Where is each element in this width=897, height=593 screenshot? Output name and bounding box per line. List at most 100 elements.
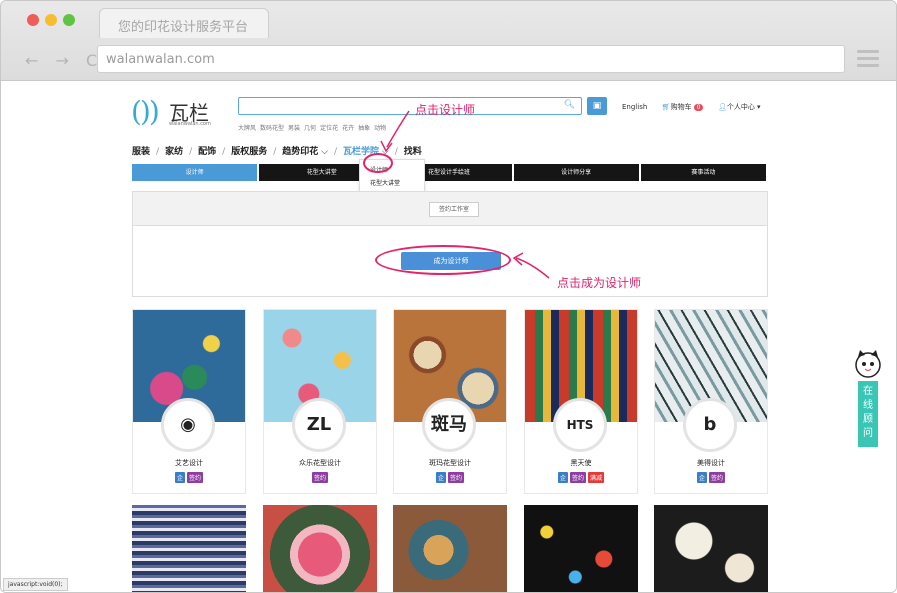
address-bar[interactable]: walanwalan.com — [97, 45, 845, 73]
pattern-thumbnail[interactable] — [393, 505, 507, 592]
hot-tag[interactable]: 数码花型 — [260, 125, 284, 132]
nav-item[interactable]: 配饰 — [198, 144, 216, 157]
pattern-thumbnail[interactable] — [263, 505, 377, 592]
pattern-thumbnail[interactable] — [524, 505, 638, 592]
nav-separator: / — [189, 147, 193, 157]
browser-window: 您的印花设计服务平台 ← → C walanwalan.com ()) 瓦栏 w… — [0, 0, 897, 593]
designer-badge: 企 — [435, 472, 446, 483]
online-consultant-button[interactable]: 在线顾问 — [858, 381, 878, 447]
nav-separator: / — [222, 147, 226, 157]
hot-tags: 大牌风 数码花型 男装 几何 定位花 花卉 抽象 动物 — [238, 123, 390, 132]
sub-tab[interactable]: 设计师 — [132, 164, 258, 181]
nav-arrows-icon[interactable]: ← → C — [25, 51, 103, 70]
logo-subtext: walanwalan.com — [169, 121, 211, 127]
user-center-link[interactable]: 个人中心 — [727, 103, 755, 111]
cart-count-badge: 0 — [693, 104, 704, 111]
nav-separator: / — [273, 147, 277, 157]
nav-item[interactable]: 服装 — [132, 144, 150, 157]
nav-item[interactable]: 找料 — [404, 144, 422, 157]
designer-name[interactable]: 黑天使 — [525, 458, 637, 468]
designer-badge: 签约 — [709, 472, 726, 483]
browser-chrome: 您的印花设计服务平台 ← → C walanwalan.com — [1, 1, 896, 81]
designer-card[interactable]: 斑马 斑玛花型设计企签约 — [393, 309, 507, 494]
designer-card[interactable]: b 美得设计企签约 — [654, 309, 768, 494]
user-icon[interactable]: 👤︎ — [718, 103, 727, 111]
designer-card[interactable]: ◉ 艾艺设计企签约 — [132, 309, 246, 494]
hot-tag[interactable]: 动物 — [374, 125, 386, 132]
nav-separator: / — [156, 147, 160, 157]
nav-separator: / — [394, 147, 398, 157]
minimize-window-button[interactable] — [45, 14, 57, 26]
designer-badge: 签约 — [569, 472, 586, 483]
designer-badge: 企 — [557, 472, 568, 483]
nav-separator: / — [333, 147, 337, 157]
dropdown-item[interactable]: 花型大讲堂 — [370, 178, 400, 187]
pattern-thumbnail[interactable] — [654, 505, 768, 592]
chevron-down-icon: ▾ — [754, 103, 761, 111]
hot-tag[interactable]: 几何 — [304, 125, 316, 132]
cart-link[interactable]: 购物车 — [671, 103, 692, 111]
cart-icon[interactable]: 🛒︎ — [662, 103, 671, 111]
chevron-down-icon: ⌵ — [318, 147, 328, 157]
chat-label-char: 线 — [863, 400, 873, 411]
web-page: ()) 瓦栏 walanwalan.com 🔍︎ 大牌风 数码花型 男装 几何 定位花花… — [1, 81, 896, 592]
designer-name[interactable]: 斑玛花型设计 — [394, 458, 506, 468]
search-icon[interactable]: 🔍︎ — [564, 100, 575, 110]
designer-card[interactable]: ZL 众乐花型设计 签约 — [263, 309, 377, 494]
status-bar: javascript:void(0); — [3, 578, 68, 591]
chat-label-char: 顾 — [863, 414, 873, 425]
sub-tabs: 设计师 花型大讲堂 花型设计手绘班 设计师分享 赛事活动 — [132, 164, 768, 181]
hot-tag[interactable]: 花卉 — [342, 125, 354, 132]
designer-avatar[interactable]: 斑马 — [422, 398, 476, 452]
annotation-text-designer: 点击设计师 — [415, 103, 476, 117]
annotation-arrow-designer — [386, 110, 410, 148]
hot-tag[interactable]: 男装 — [288, 125, 300, 132]
designer-badge: 企 — [174, 472, 185, 483]
pattern-thumbnail[interactable] — [132, 505, 246, 592]
sub-tab[interactable]: 设计师分享 — [513, 164, 639, 181]
badge-group: 企签约 — [394, 472, 506, 483]
badge-group: 企签约 — [655, 472, 767, 483]
designer-avatar[interactable]: b — [683, 398, 737, 452]
designer-name[interactable]: 艾艺设计 — [133, 458, 245, 468]
filter-bar: 签约工作室 — [133, 192, 767, 226]
hamburger-menu-icon[interactable] — [855, 47, 883, 69]
designer-badge: 签约 — [187, 472, 204, 483]
designer-badge: 企 — [696, 472, 707, 483]
top-links: English 🛒︎购物车 0 👤︎个人中心 ▾ — [622, 102, 761, 112]
chat-label-char: 在 — [863, 386, 873, 397]
search-input[interactable]: 🔍︎ — [238, 97, 582, 115]
annotation-text-become: 点击成为设计师 — [557, 276, 642, 290]
designer-badge: 签约 — [448, 472, 465, 483]
chat-label-char: 问 — [863, 428, 873, 439]
camera-search-icon[interactable]: ▣ — [587, 97, 607, 115]
designer-avatar[interactable]: ◉ — [161, 398, 215, 452]
nav-item[interactable]: 版权服务 — [231, 144, 267, 157]
designer-badge: 签约 — [311, 472, 328, 483]
language-link[interactable]: English — [622, 103, 647, 111]
designer-avatar[interactable]: HTS — [553, 398, 607, 452]
mascot-icon[interactable] — [851, 347, 885, 381]
logo-mark-icon: ()) — [131, 95, 160, 128]
site-logo[interactable]: ()) 瓦栏 walanwalan.com — [131, 93, 221, 129]
url-text: walanwalan.com — [106, 52, 215, 67]
sub-tab[interactable]: 赛事活动 — [640, 164, 766, 181]
designer-card[interactable]: HTS 黑天使企签约 满减 — [524, 309, 638, 494]
designer-name[interactable]: 众乐花型设计 — [264, 458, 376, 468]
browser-tab[interactable]: 您的印花设计服务平台 — [99, 8, 269, 38]
designer-panel: 签约工作室 成为设计师 — [132, 191, 768, 297]
designer-avatar[interactable]: ZL — [292, 398, 346, 452]
badge-group: 企签约 满减 — [525, 472, 637, 483]
hot-tag[interactable]: 大牌风 — [238, 125, 256, 132]
nav-item[interactable]: 家纺 — [165, 144, 183, 157]
maximize-window-button[interactable] — [63, 14, 75, 26]
tab-title: 您的印花设计服务平台 — [118, 20, 249, 35]
badge-group: 企签约 — [133, 472, 245, 483]
annotation-circle-become — [375, 245, 511, 275]
signed-studio-filter[interactable]: 签约工作室 — [429, 202, 479, 217]
hot-tag[interactable]: 抽象 — [358, 125, 370, 132]
hot-tag[interactable]: 定位花 — [320, 125, 338, 132]
designer-name[interactable]: 美得设计 — [655, 458, 767, 468]
nav-item[interactable]: 趋势印花 — [282, 144, 318, 157]
close-window-button[interactable] — [27, 14, 39, 26]
